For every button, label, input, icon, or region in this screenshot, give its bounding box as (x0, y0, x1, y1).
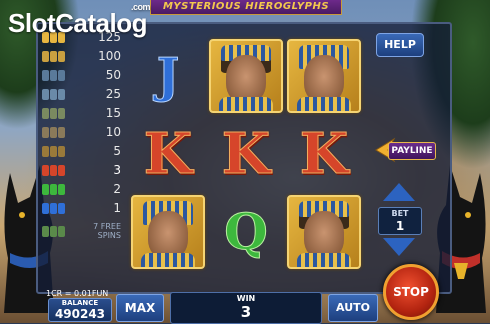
max-bet-button[interactable]: MAX (116, 294, 164, 322)
pharaoh-icon (42, 49, 70, 63)
reel-symbol-k: K (286, 116, 362, 192)
k-symbol: K (221, 121, 271, 187)
paytable-row: 2 (40, 180, 126, 198)
paytable-row: 15 (40, 104, 126, 122)
bet-increase-arrow-icon[interactable] (383, 183, 415, 201)
j-symbol: J (156, 48, 180, 104)
k-letter-icon (42, 163, 70, 177)
payline-button[interactable]: PAYLINE (370, 135, 436, 165)
paytable-row: 7 FREE SPINS (40, 220, 126, 242)
k-symbol: K (143, 121, 193, 187)
q-symbol: Q (224, 202, 269, 261)
bet-label: BET (391, 209, 409, 218)
reel-symbol-pharaoh (286, 38, 362, 114)
bet-decrease-arrow-icon[interactable] (383, 238, 415, 256)
reel-symbol-j: J (130, 38, 206, 114)
paytable-row: 1 (40, 199, 126, 217)
bet-display: BET 1 (378, 207, 422, 235)
free-spins-icon (42, 224, 70, 238)
pharaoh-woman-icon (287, 195, 361, 269)
paytable-value: 10 (105, 125, 121, 139)
paytable-value: 3 (113, 163, 121, 177)
stop-button[interactable]: STOP (383, 264, 439, 320)
paytable-value: 7 FREE SPINS (93, 222, 121, 240)
q-letter-icon (42, 182, 70, 196)
paytable-row: 10 (40, 123, 126, 141)
paytable-value: 25 (105, 87, 121, 101)
logo-part1: Slot (8, 8, 56, 38)
paytable-row: 3 (40, 161, 126, 179)
slotcatalog-logo: SlotCatalog .com (8, 2, 150, 39)
reel-symbol-k: K (208, 116, 284, 192)
paytable: 125 100 50 25 15 10 5 3 2 1 7 FREE SPINS (40, 26, 126, 266)
balance-display: BALANCE 490243 (48, 298, 112, 322)
reels: J K K K Q (128, 36, 364, 272)
credit-rate: 1CR = 0.01FUN (46, 289, 109, 298)
payline-label: PAYLINE (388, 142, 436, 160)
bird-icon (42, 125, 70, 139)
paytable-value: 2 (113, 182, 121, 196)
reel-symbol-pharaoh (130, 194, 206, 270)
paytable-value: 1 (113, 201, 121, 215)
bet-value: 1 (395, 219, 405, 233)
ankh-icon (42, 68, 70, 82)
paytable-row: 50 (40, 66, 126, 84)
paytable-row: 5 (40, 142, 126, 160)
paytable-value: 50 (105, 68, 121, 82)
autoplay-button[interactable]: AUTO (328, 294, 378, 322)
reel-symbol-k: K (130, 116, 206, 192)
scarab-icon (42, 106, 70, 120)
bottom-bar: 1CR = 0.01FUN BALANCE 490243 MAX WIN 3 A… (38, 289, 378, 324)
reel-symbol-pharaoh-woman (208, 38, 284, 114)
win-value: 3 (240, 303, 252, 321)
eye-icon (42, 87, 70, 101)
logo-suffix: .com (130, 2, 151, 12)
paytable-row: 100 (40, 47, 126, 65)
j-letter-icon (42, 201, 70, 215)
pharaoh-icon (131, 195, 205, 269)
help-button[interactable]: HELP (376, 33, 424, 57)
paytable-value: 15 (105, 106, 121, 120)
paytable-value: 100 (98, 49, 121, 63)
win-display: WIN 3 (170, 292, 322, 324)
pharaoh-woman-icon (209, 39, 283, 113)
logo-part2: Catalog (55, 8, 147, 38)
pharaoh-icon (287, 39, 361, 113)
balance-value: 490243 (54, 307, 106, 321)
k-symbol: K (299, 121, 349, 187)
paytable-value: 5 (113, 144, 121, 158)
game-title: MYSTERIOUS HIEROGLYPHS (150, 0, 342, 15)
paytable-row: 25 (40, 85, 126, 103)
a-letter-icon (42, 144, 70, 158)
reel-symbol-q: Q (208, 194, 284, 270)
reel-symbol-pharaoh-woman (286, 194, 362, 270)
